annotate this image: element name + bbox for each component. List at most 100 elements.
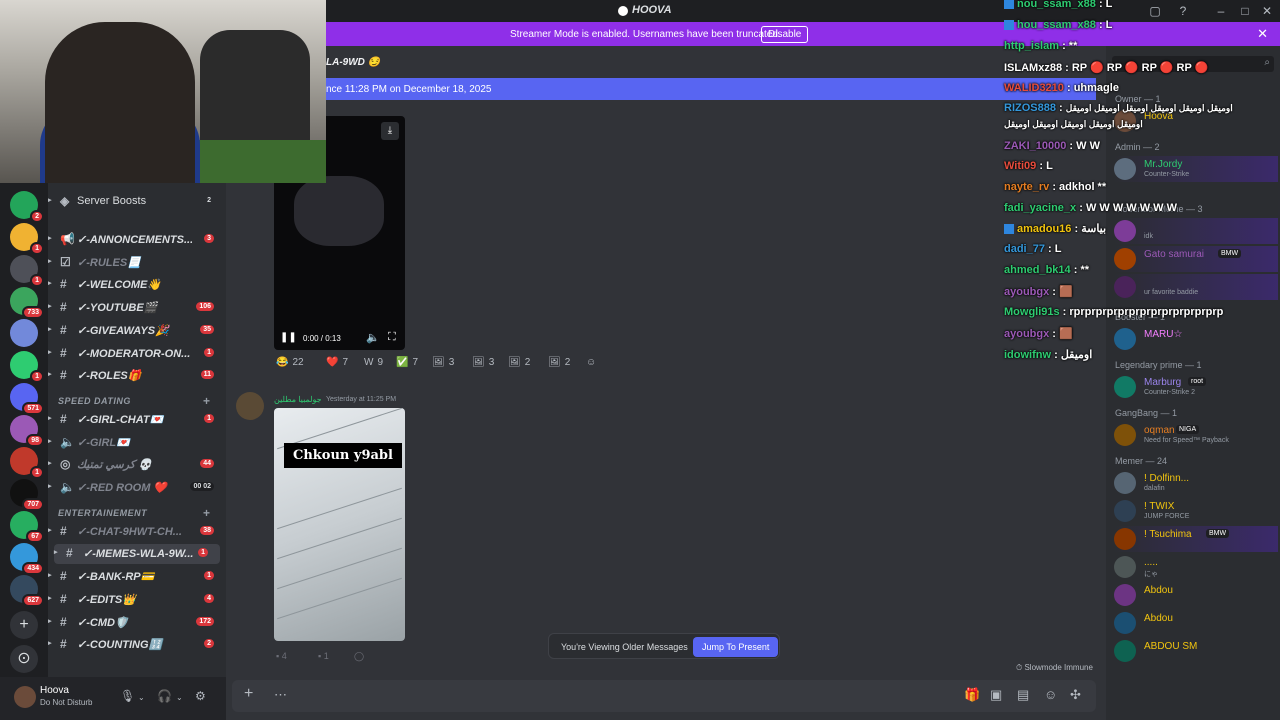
gift-icon[interactable]: 🎁 [964,687,980,703]
add-server-icon[interactable]: + [10,611,38,639]
channel-name: ✓-RED ROOM ❤️ [77,482,168,494]
reaction[interactable]: ▪ 1 [318,651,348,661]
chat-username: Mowgli91s [1004,306,1060,318]
channel-item[interactable]: ▸ # ✓-GIRL-CHAT💌 1 [48,410,226,430]
more-icon[interactable]: ⋯ [274,687,287,703]
member-item[interactable]: ! Tsuchima BMW [1114,526,1278,552]
server-icon[interactable] [10,319,38,347]
channel-item[interactable]: ▸ # ✓-CHAT-9HWT-CH... 38 [48,522,226,542]
image-attachment[interactable]: Chkoun y9abl [274,408,405,641]
channel-item[interactable]: ▸ # ✓-CMD🛡️ 172 [48,613,226,633]
fullscreen-icon[interactable]: ⛶ [388,331,396,344]
member-item[interactable]: Marburg root Counter-Strike 2 [1114,374,1278,400]
server-icon[interactable]: 434 [10,543,44,575]
channel-item[interactable]: ▸ ◈ Server Boosts 2 [48,192,226,212]
reaction[interactable]: ❤️ 7 [326,357,348,375]
reaction[interactable]: W9 [364,357,383,375]
member-item[interactable]: ! TWIX JUMP FORCE [1114,498,1278,524]
reaction[interactable]: 🖼 3 [432,357,454,375]
reaction[interactable]: ✅ 7 [396,357,418,375]
reaction-count: 9 [377,357,384,368]
avatar[interactable] [236,392,264,420]
message-author[interactable]: جولمبيا مطلين [274,395,322,404]
volume-icon[interactable]: 🔈 [366,331,380,344]
separator: : [1066,140,1077,152]
channel-item[interactable]: ▸ # ✓-WELCOME👋 [48,275,226,295]
separator: : [1036,160,1047,172]
reaction[interactable]: ▪ 4 [276,651,306,661]
disable-button[interactable]: Disable [761,26,809,43]
channel-item[interactable]: ▸ ☑ ✓-RULES📃 [48,253,226,273]
new-messages-bar[interactable]: nce 11:28 PM on December 18, 2025 [326,78,1096,100]
channel-item[interactable]: ▸ 📢 ✓-ANNONCEMENTS... 3 [48,230,226,250]
server-icon[interactable]: 1 [10,223,44,255]
reaction[interactable]: 😂 22 [276,357,304,375]
server-icon[interactable]: 1 [10,255,44,287]
server-icon[interactable]: 707 [10,479,44,511]
channel-item[interactable]: ▸ # ✓-MEMES-WLA-9W... 1 [54,544,220,565]
server-icon[interactable]: 733 [10,287,44,319]
mention-badge: 1 [30,370,44,383]
chat-username: nou_ssam_x88 [1017,0,1096,10]
discover-icon[interactable]: ⊙ [10,645,38,673]
member-item[interactable]: oqman NIGA Need for Speed™ Payback [1114,422,1278,448]
emoji-icon[interactable]: ☺ [1044,687,1057,702]
jump-to-present-button[interactable]: Jump To Present [693,637,779,657]
mention-badge: 571 [22,402,44,415]
channel-item[interactable]: ▸ 🔈 ✓-RED ROOM ❤️ 00 02 [48,478,226,498]
streamer [45,22,195,183]
member-item[interactable]: ! Dolfinn... dalafin [1114,470,1278,496]
stream-chat-line: dadi_77 : L [1004,243,1061,255]
channel-item[interactable]: ▸ 🔈 ✓-GIRL💌 [48,433,226,453]
hash-icon: # [60,368,67,383]
separator: : [1095,0,1106,10]
microphone-icon[interactable]: 🎙 [120,689,135,703]
reaction[interactable]: 🖼 2 [508,357,530,375]
apps-icon[interactable]: ✣ [1070,687,1081,703]
pause-icon[interactable]: ❚❚ [280,332,297,343]
server-icon[interactable]: 571 [10,383,44,415]
chevron-down-icon[interactable]: ⌄ [138,693,145,702]
sticker-icon[interactable]: ▤ [1017,687,1029,703]
gif-icon[interactable]: ▣ [990,687,1002,703]
server-icon[interactable]: 1 [10,351,44,383]
channel-item[interactable]: ▸ # ✓-YOUTUBE🎬 106 [48,298,226,318]
channel-item[interactable]: ▸ # ✓-BANK-RP💳 1 [48,567,226,587]
add-reaction-icon[interactable]: ☺ [586,357,596,375]
channel-item[interactable]: ▸ # ✓-MODERATOR-ON... 1 [48,344,226,364]
member-item[interactable]: ABDOU SM [1114,638,1278,664]
channel-sidebar: ▸ ◈ Server Boosts 2 ▸ 📢 ✓-ANNONCEMENTS... 3 ▸ ☑ ✓-… [48,183,226,677]
category-entertainement[interactable]: ENTERTAINEMENT + [58,506,210,520]
server-icon[interactable]: 627 [10,575,44,607]
category-speed-dating[interactable]: SPEED DATING + [58,394,210,408]
member-name: Marburg [1144,377,1182,388]
channel-item[interactable]: ▸ # ✓-EDITS👑 4 [48,590,226,610]
server-icon[interactable]: 67 [10,511,44,543]
reaction[interactable]: 🖼 3 [472,357,494,375]
chevron-right-icon: ▸ [48,526,52,534]
channel-item[interactable]: ▸ ◎ كرسي تمتيك 💀 44 [48,455,226,475]
download-icon[interactable]: ⤓ [381,122,399,140]
channel-item[interactable]: ▸ # ✓-COUNTING🔢 2 [48,635,226,655]
server-icon[interactable]: 1 [10,447,44,479]
server-icon[interactable]: 98 [10,415,44,447]
server-icon[interactable]: 2 [10,191,44,223]
member-item[interactable]: ..... にゃ [1114,554,1278,580]
member-item[interactable]: Abdou [1114,610,1278,636]
reaction[interactable]: 🖼 2 [548,357,570,375]
avatar[interactable] [14,686,36,708]
channel-item[interactable]: ▸ # ✓-GIVEAWAYS🎉 35 [48,321,226,341]
member-item[interactable]: Abdou [1114,582,1278,608]
headphones-icon[interactable]: 🎧 [157,689,172,703]
add-channel-icon[interactable]: + [203,506,211,520]
message-input[interactable]: + ⋯ 🎁 ▣ ▤ ☺ ✣ [232,680,1096,712]
chevron-down-icon[interactable]: ⌄ [176,693,183,702]
add-reaction-icon[interactable]: ◯ [354,651,364,662]
channel-item[interactable]: ▸ # ✓-ROLES🎁 11 [48,366,226,386]
chat-username: WALID3210 [1004,82,1064,94]
add-channel-icon[interactable]: + [203,394,211,408]
gear-icon[interactable]: ⚙ [195,689,206,703]
add-attachment-icon[interactable]: + [244,685,253,703]
hash-icon: ◎ [60,457,71,472]
channel-name: ✓-CMD🛡️ [77,616,129,629]
